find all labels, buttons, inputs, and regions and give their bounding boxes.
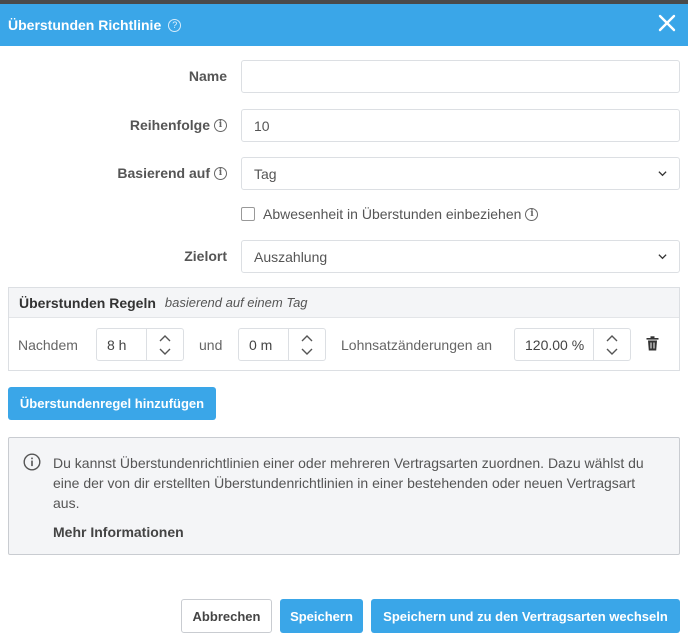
overtime-rules-title: Überstunden Regeln [19, 294, 156, 311]
chevron-up-icon[interactable] [301, 334, 313, 342]
include-absence-label[interactable]: Abwesenheit in Überstunden einbeziehen [263, 206, 521, 222]
info-icon[interactable]: i [214, 118, 227, 132]
cancel-button[interactable]: Abbrechen [181, 599, 272, 633]
minutes-stepper[interactable]: 0 m [238, 328, 326, 361]
hours-stepper[interactable]: 8 h [96, 328, 184, 361]
overtime-rules-panel: Überstunden Regeln basierend auf einem T… [8, 287, 680, 371]
chevron-up-icon[interactable] [159, 334, 171, 342]
question-circle-icon[interactable]: ? [168, 18, 182, 32]
rate-stepper[interactable]: 120.00 % [514, 328, 631, 361]
based-on-select[interactable]: Tag [241, 157, 680, 190]
destination-label: Zielort [184, 248, 227, 264]
rate-label: Lohnsatzänderungen an [341, 337, 493, 353]
overtime-rules-header: Überstunden Regeln basierend auf einem T… [9, 288, 679, 318]
chevron-down-icon [658, 254, 667, 260]
after-label: Nachdem [18, 337, 78, 353]
include-absence-checkbox[interactable] [241, 207, 255, 221]
chevron-down-icon [658, 171, 667, 177]
order-label: Reihenfolge i [130, 117, 227, 133]
rate-value[interactable]: 120.00 % [515, 329, 593, 360]
info-icon[interactable]: i [214, 166, 227, 180]
more-info-link[interactable]: Mehr Informationen [53, 524, 184, 540]
modal-title: Überstunden Richtlinie [8, 17, 162, 33]
include-absence-row: Abwesenheit in Überstunden einbeziehen i [241, 206, 539, 222]
save-button[interactable]: Speichern [280, 599, 363, 633]
add-overtime-rule-button[interactable]: Überstundenregel hinzufügen [8, 387, 216, 420]
hours-value[interactable]: 8 h [97, 329, 146, 360]
overtime-rule-row: Nachdem 8 h und 0 m Lohnsatzänderungen a… [9, 318, 679, 371]
name-label: Name [188, 68, 227, 84]
minutes-value[interactable]: 0 m [239, 329, 288, 360]
info-icon[interactable]: i [525, 207, 539, 221]
close-icon[interactable] [656, 12, 678, 34]
trash-icon[interactable] [646, 336, 659, 351]
order-input[interactable]: 10 [241, 109, 680, 142]
and-label: und [199, 337, 223, 353]
info-panel: Du kannst Überstundenrichtlinien einer o… [8, 437, 680, 555]
save-and-switch-button[interactable]: Speichern und zu den Vertragsarten wechs… [371, 599, 680, 633]
name-input[interactable] [241, 60, 680, 93]
modal-header: Überstunden Richtlinie ? [0, 4, 688, 46]
chevron-down-icon[interactable] [159, 348, 171, 356]
based-on-label: Basierend auf i [117, 165, 227, 181]
destination-select[interactable]: Auszahlung [241, 240, 680, 273]
chevron-down-icon[interactable] [606, 348, 618, 356]
info-icon [23, 453, 41, 471]
info-text: Du kannst Überstundenrichtlinien einer o… [53, 455, 644, 511]
overtime-rules-subtitle: basierend auf einem Tag [164, 295, 308, 310]
chevron-up-icon[interactable] [606, 334, 618, 342]
chevron-down-icon[interactable] [301, 348, 313, 356]
